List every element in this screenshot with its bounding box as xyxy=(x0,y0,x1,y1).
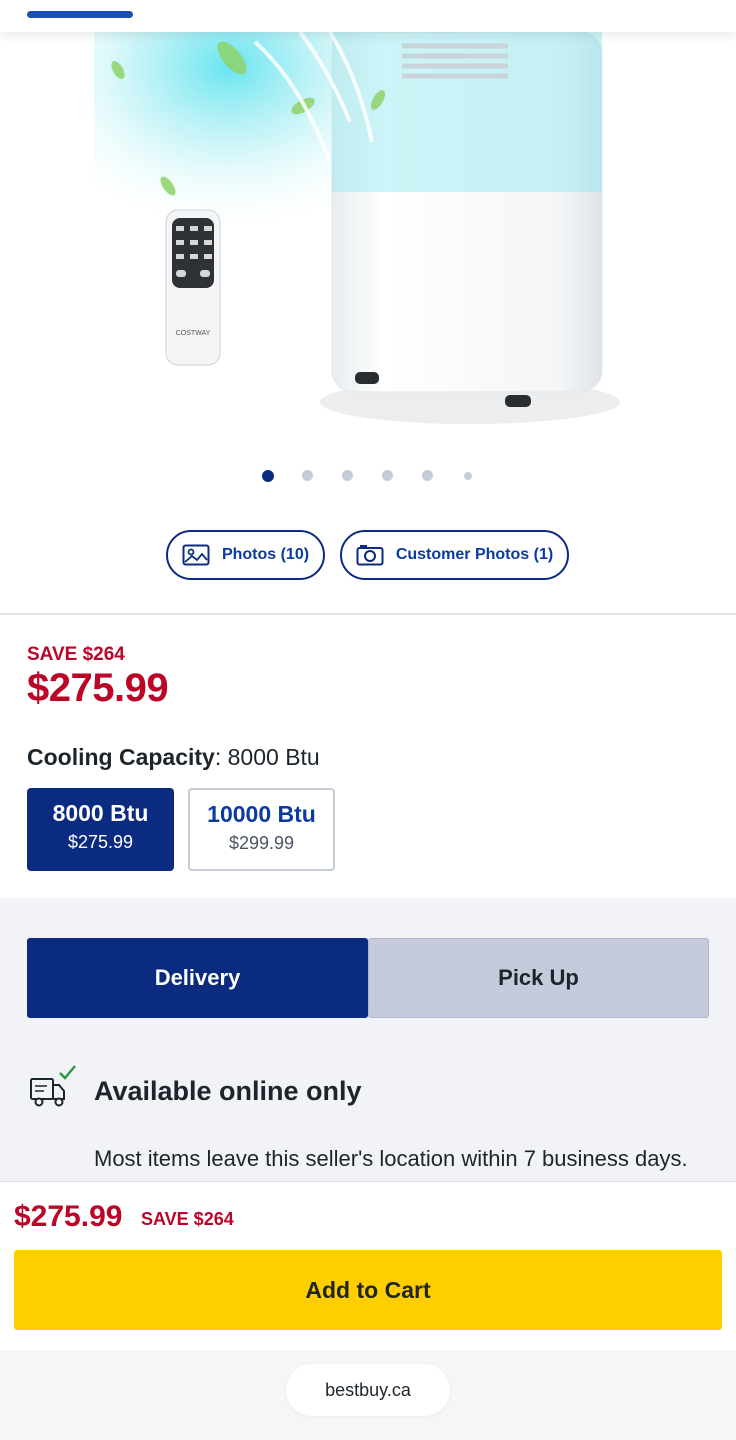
capacity-option-name: 10000 Btu xyxy=(207,801,316,827)
camera-icon xyxy=(356,545,384,566)
customer-photos-button-label: Customer Photos (1) xyxy=(395,546,554,563)
sticky-cart-bar: $275.99 SAVE $264 Add to Cart bestbuy.ca xyxy=(0,1181,736,1440)
product-image[interactable]: COSTWAY xyxy=(0,32,736,452)
photos-button-label: Photos (10) xyxy=(221,546,310,563)
carousel-dot-4[interactable] xyxy=(382,470,393,481)
save-badge: SAVE $264 xyxy=(27,644,125,665)
carousel-dot-1[interactable] xyxy=(262,470,274,482)
capacity-option-name: 8000 Btu xyxy=(52,800,149,826)
capacity-option-10000[interactable]: 10000 Btu $299.99 xyxy=(188,788,335,871)
browser-url-bar[interactable]: bestbuy.ca xyxy=(286,1364,450,1416)
remote-brand-label: COSTWAY xyxy=(176,330,211,337)
image-carousel-dots xyxy=(0,470,736,484)
cooling-capacity-label: Cooling Capacity xyxy=(27,744,215,770)
customer-photos-button[interactable]: Customer Photos (1) xyxy=(340,530,569,580)
capacity-option-8000[interactable]: 8000 Btu $275.99 xyxy=(27,788,174,871)
product-page: COSTWAY Photos (10) Customer Photos (1) … xyxy=(0,0,736,1440)
cooling-capacity-line: Cooling Capacity: 8000 Btu xyxy=(27,744,320,771)
carousel-dot-2[interactable] xyxy=(302,470,313,481)
carousel-dot-3[interactable] xyxy=(342,470,353,481)
product-price: $275.99 xyxy=(27,666,169,710)
sticky-save-badge: SAVE $264 xyxy=(141,1209,234,1229)
carousel-dot-5[interactable] xyxy=(422,470,433,481)
fulfillment-section: Delivery Pick Up Available online only M… xyxy=(0,898,736,1205)
carousel-dot-6[interactable] xyxy=(464,472,472,480)
add-to-cart-button[interactable]: Add to Cart xyxy=(14,1250,722,1330)
capacity-option-price: $275.99 xyxy=(67,832,134,852)
air-conditioner-illustration: COSTWAY xyxy=(94,32,620,424)
image-icon xyxy=(182,544,210,566)
sticky-price: $275.99 xyxy=(14,1200,123,1233)
section-divider xyxy=(0,613,736,615)
active-tab-indicator xyxy=(27,11,133,18)
top-tab-bar xyxy=(0,0,736,32)
tab-delivery[interactable]: Delivery xyxy=(27,938,368,1018)
availability-title: Available online only xyxy=(94,1076,362,1106)
cooling-capacity-value: 8000 Btu xyxy=(221,744,320,770)
capacity-option-price: $299.99 xyxy=(228,833,295,853)
tab-pick-up[interactable]: Pick Up xyxy=(368,938,709,1018)
delivery-truck-check-icon xyxy=(30,1065,76,1107)
sticky-cart-panel: $275.99 SAVE $264 Add to Cart xyxy=(0,1182,736,1350)
photos-button[interactable]: Photos (10) xyxy=(166,530,325,580)
